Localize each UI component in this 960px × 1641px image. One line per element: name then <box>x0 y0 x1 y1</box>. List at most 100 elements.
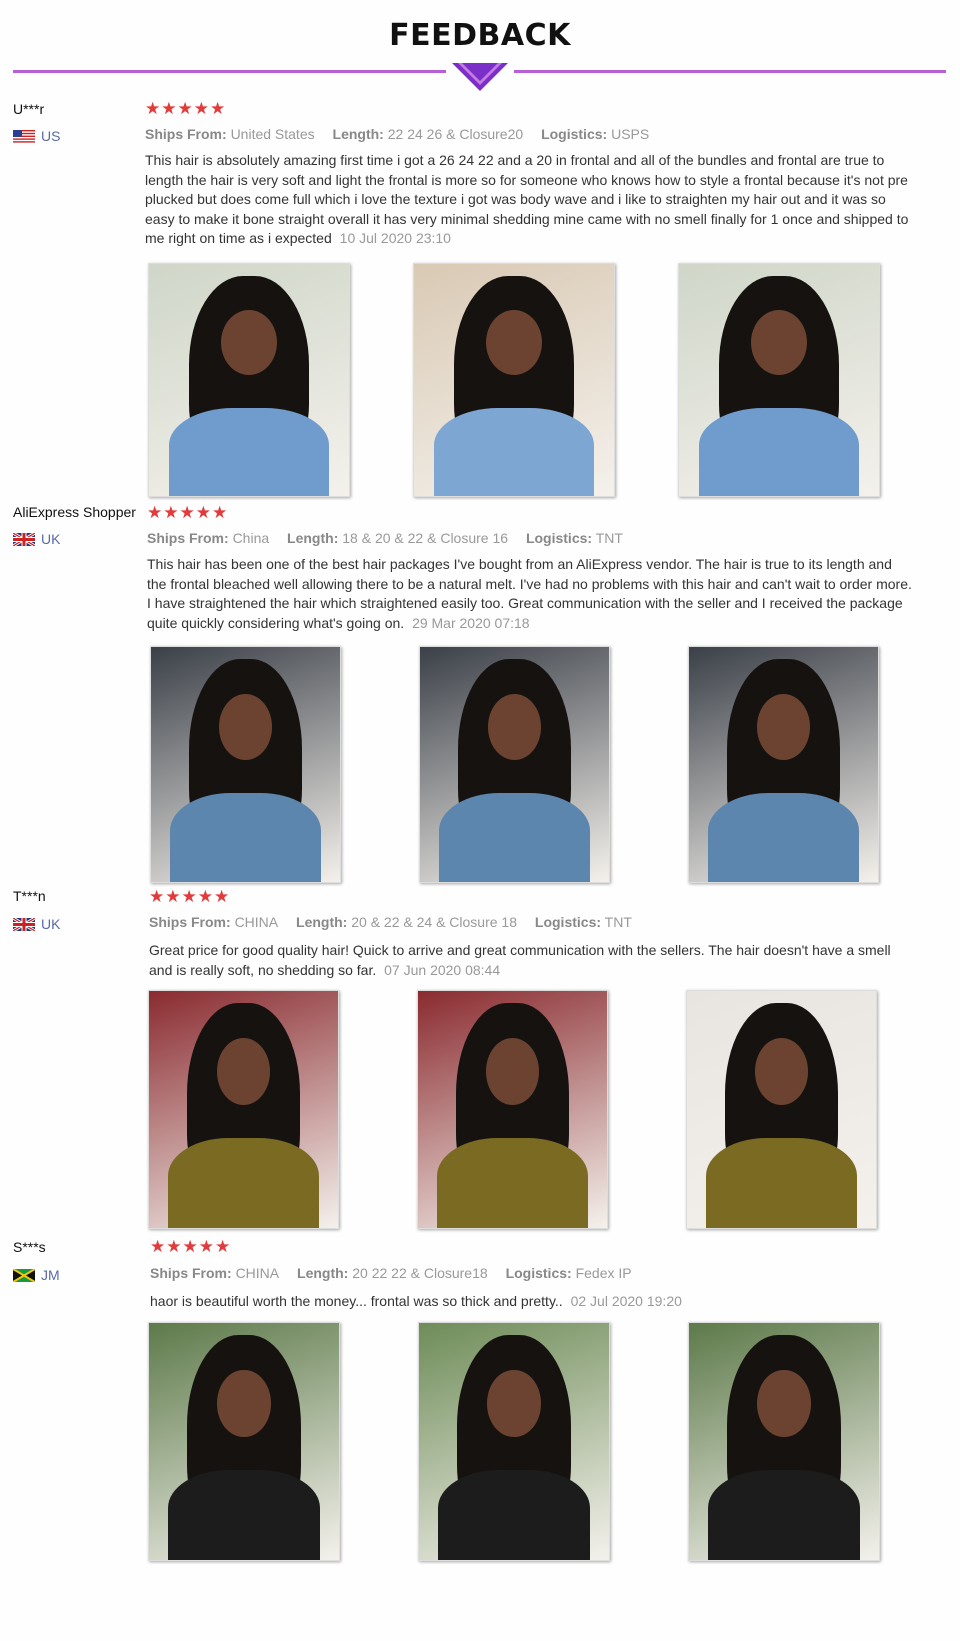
review-text: Great price for good quality hair! Quick… <box>149 941 914 980</box>
length-label: Length: <box>332 126 384 142</box>
uk-flag-icon <box>13 917 35 931</box>
country-code: JM <box>41 1267 60 1283</box>
review-meta: Ships From: CHINA Length: 20 & 22 & 24 &… <box>149 914 646 930</box>
page-title: FEEDBACK <box>389 18 571 53</box>
review-meta: Ships From: CHINA Length: 20 22 22 & Clo… <box>150 1265 646 1281</box>
logistics-value: TNT <box>595 530 623 546</box>
ships-from-label: Ships From: <box>150 1265 232 1281</box>
length-label: Length: <box>296 914 348 930</box>
review-meta: Ships From: China Length: 18 & 20 & 22 &… <box>147 530 637 546</box>
ships-from-value: United States <box>230 126 315 142</box>
ships-from-value: CHINA <box>235 1265 280 1281</box>
face-shape <box>757 694 810 760</box>
review-text: haor is beautiful worth the money... fro… <box>150 1292 915 1312</box>
star-rating: ★★★★★ <box>147 503 229 522</box>
reviewer-name: AliExpress Shopper <box>13 504 136 520</box>
review-photo-1[interactable] <box>148 990 339 1229</box>
us-flag-icon <box>13 129 35 143</box>
clothing-shape <box>436 1137 589 1228</box>
face-shape <box>221 310 277 376</box>
review-date: 10 Jul 2020 23:10 <box>339 230 451 247</box>
ships-from-value: China <box>232 530 270 546</box>
reviewer-country: US <box>13 128 60 144</box>
review-photo-1[interactable] <box>150 646 341 883</box>
clothing-shape <box>434 407 594 496</box>
country-code: UK <box>41 916 61 932</box>
reviewer-country: UK <box>13 916 60 932</box>
ships-from-label: Ships From: <box>149 914 231 930</box>
ships-from-value: CHINA <box>234 914 279 930</box>
review-photo-3[interactable] <box>686 990 877 1229</box>
logistics-label: Logistics: <box>534 914 602 930</box>
review-photo-3[interactable] <box>688 1322 880 1561</box>
reviewer-name: S***s <box>13 1239 46 1255</box>
length-label: Length: <box>287 530 339 546</box>
logistics-label: Logistics: <box>505 1265 572 1281</box>
face-shape <box>486 1038 539 1105</box>
clothing-shape <box>167 1137 320 1228</box>
review-photo-1[interactable] <box>148 1322 340 1561</box>
length-label: Length: <box>297 1265 349 1281</box>
face-shape <box>488 694 541 760</box>
clothing-shape <box>438 1469 590 1560</box>
ships-from-label: Ships From: <box>145 126 227 142</box>
face-shape <box>217 1370 271 1437</box>
review-body: haor is beautiful worth the money... fro… <box>150 1293 563 1309</box>
length-value: 20 & 22 & 24 & Closure 18 <box>351 914 518 930</box>
face-shape <box>486 310 542 376</box>
clothing-shape <box>699 407 859 496</box>
clothing-shape <box>708 1469 860 1560</box>
review-photo-2[interactable] <box>418 1322 610 1561</box>
review-photo-1[interactable] <box>148 263 350 497</box>
clothing-shape <box>707 792 860 882</box>
review-meta: Ships From: United States Length: 22 24 … <box>145 126 663 142</box>
face-shape <box>217 1038 270 1105</box>
review-date: 07 Jun 2020 08:44 <box>384 961 501 978</box>
face-shape <box>219 694 272 760</box>
reviewer-country: UK <box>13 531 60 547</box>
review-date: 02 Jul 2020 19:20 <box>570 1293 682 1309</box>
logistics-value: TNT <box>604 914 632 930</box>
review-body: This hair is absolutely amazing first ti… <box>145 152 909 247</box>
divider-left <box>13 70 446 73</box>
length-value: 18 & 20 & 22 & Closure 16 <box>342 530 509 546</box>
review-text: This hair is absolutely amazing first ti… <box>145 151 910 249</box>
review-photo-3[interactable] <box>678 263 880 497</box>
reviewer-name: T***n <box>13 888 46 904</box>
clothing-shape <box>169 407 329 496</box>
star-rating: ★★★★★ <box>149 887 231 906</box>
review-text: This hair has been one of the best hair … <box>147 555 912 633</box>
face-shape <box>487 1370 541 1437</box>
review-photo-3[interactable] <box>688 646 879 883</box>
reviewer-country: JM <box>13 1267 60 1283</box>
length-value: 22 24 26 & Closure20 <box>387 126 524 142</box>
review-photo-2[interactable] <box>417 990 608 1229</box>
country-code: UK <box>41 531 61 547</box>
jm-flag-icon <box>13 1268 35 1282</box>
face-shape <box>751 310 807 376</box>
chevron-down-icon <box>452 63 508 91</box>
face-shape <box>755 1038 808 1105</box>
length-value: 20 22 22 & Closure18 <box>352 1265 488 1281</box>
feedback-header: FEEDBACK <box>0 0 960 100</box>
face-shape <box>757 1370 811 1437</box>
logistics-label: Logistics: <box>525 530 593 546</box>
clothing-shape <box>169 792 322 882</box>
star-rating: ★★★★★ <box>150 1237 232 1256</box>
ships-from-label: Ships From: <box>147 530 229 546</box>
star-rating: ★★★★★ <box>145 99 227 118</box>
clothing-shape <box>705 1137 858 1228</box>
reviewer-name: U***r <box>13 101 45 117</box>
clothing-shape <box>438 792 591 882</box>
uk-flag-icon <box>13 532 35 546</box>
clothing-shape <box>168 1469 320 1560</box>
review-date: 29 Mar 2020 07:18 <box>412 614 530 631</box>
review-photo-2[interactable] <box>419 646 610 883</box>
logistics-value: USPS <box>611 126 650 142</box>
country-code: US <box>41 128 61 144</box>
logistics-label: Logistics: <box>541 126 608 142</box>
review-body: Great price for good quality hair! Quick… <box>149 942 891 978</box>
logistics-value: Fedex IP <box>575 1265 632 1281</box>
divider-right <box>514 70 946 73</box>
review-photo-2[interactable] <box>413 263 615 497</box>
